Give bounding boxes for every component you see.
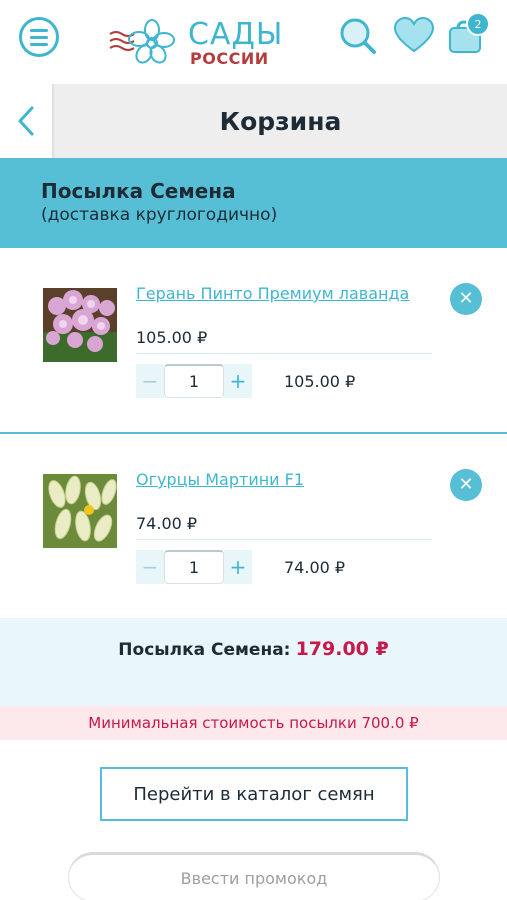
increase-quantity-button[interactable]: + <box>224 550 252 584</box>
unit-price: 74.00 ₽ <box>136 514 198 533</box>
minimum-order-warning: Минимальная стоимость посылки 700.0 ₽ <box>0 706 507 740</box>
cart-item: Огурцы Мартини F1 74.00 ₽ ✕ − 1 + 74.00 … <box>0 434 507 618</box>
item-total: 74.00 ₽ <box>284 558 346 577</box>
summary-total: 179.00 ₽ <box>295 638 389 660</box>
item-total: 105.00 ₽ <box>284 372 356 391</box>
site-header: САДЫ РОССИИ 2 <box>0 0 507 84</box>
close-icon: ✕ <box>458 474 474 495</box>
logo-title: САДЫ <box>188 17 284 52</box>
logo-subtitle: РОССИИ <box>190 49 269 68</box>
cart-item: Герань Пинто Премиум лаванда 105.00 ₽ ✕ … <box>0 248 507 434</box>
decrease-quantity-button[interactable]: − <box>136 364 164 398</box>
product-link[interactable]: Герань Пинто Премиум лаванда <box>136 284 409 303</box>
title-bar: Корзина <box>0 84 507 158</box>
site-logo[interactable]: САДЫ РОССИИ <box>108 14 282 70</box>
parcel-subtitle: (доставка круглогодично) <box>41 205 278 225</box>
cart-count-badge: 2 <box>466 12 490 36</box>
quantity-stepper: − 1 + <box>136 364 252 398</box>
chevron-left-icon <box>18 106 34 136</box>
parcel-summary: Посылка Семена: 179.00 ₽ <box>0 618 507 706</box>
unit-price: 105.00 ₽ <box>136 328 208 347</box>
shopping-bag-icon[interactable]: 2 <box>444 12 490 58</box>
close-icon: ✕ <box>458 288 474 309</box>
increase-quantity-button[interactable]: + <box>224 364 252 398</box>
remove-item-button[interactable]: ✕ <box>450 283 482 315</box>
quantity-input[interactable]: 1 <box>164 364 224 398</box>
quantity-input[interactable]: 1 <box>164 550 224 584</box>
divider <box>136 539 432 540</box>
heart-icon[interactable] <box>392 14 436 58</box>
remove-item-button[interactable]: ✕ <box>450 469 482 501</box>
promo-code-button[interactable]: Ввести промокод <box>68 852 440 900</box>
parcel-header: Посылка Семена (доставка круглогодично) <box>0 158 507 248</box>
product-image[interactable] <box>43 288 117 362</box>
menu-icon[interactable] <box>19 17 59 57</box>
divider <box>136 353 432 354</box>
quantity-stepper: − 1 + <box>136 550 252 584</box>
page-title: Корзина <box>219 106 342 136</box>
product-link[interactable]: Огурцы Мартини F1 <box>136 470 304 489</box>
parcel-title: Посылка Семена <box>41 179 236 203</box>
logo-flower-icon <box>109 19 175 64</box>
decrease-quantity-button[interactable]: − <box>136 550 164 584</box>
search-icon[interactable] <box>336 14 380 58</box>
summary-label: Посылка Семена: <box>118 640 291 660</box>
back-button[interactable] <box>0 84 54 158</box>
product-image[interactable] <box>43 474 117 548</box>
go-to-catalog-button[interactable]: Перейти в каталог семян <box>100 767 408 821</box>
